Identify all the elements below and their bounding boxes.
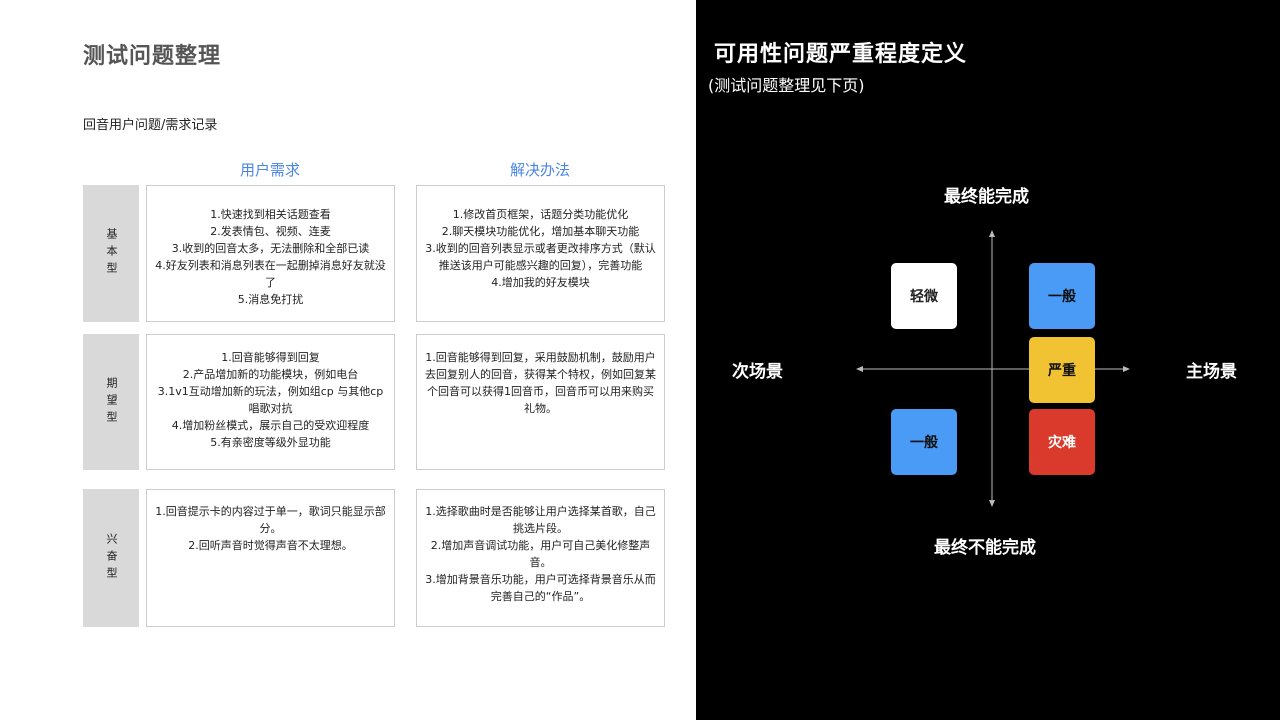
- needs-cell-basic: 1.快速找到相关话题查看 2.发表情包、视频、连麦 3.收到的回音太多，无法删除和全…: [146, 185, 395, 322]
- row-label-expected: 期望型: [83, 334, 139, 470]
- list-item: 3.1v1互动增加新的玩法，例如组cp 与其他cp唱歌对抗: [157, 385, 384, 415]
- row-label-basic: 基本型: [83, 185, 139, 322]
- column-header-needs: 用户需求: [239, 161, 300, 179]
- list-item: 1.快速找到相关话题查看: [210, 208, 331, 221]
- severity-box-general-bottom: 一般: [891, 409, 957, 475]
- list-item: 2.聊天模块功能优化，增加基本聊天功能: [441, 225, 640, 238]
- column-header-solutions: 解决办法: [509, 161, 570, 179]
- needs-list: 1.回音提示卡的内容过于单一，歌词只能显示部分。 2.回听声音时觉得声音不太理想。: [155, 503, 386, 626]
- list-item: 1.回音能够得到回复，采用鼓励机制，鼓励用户去回复别人的回音，获得某个特权，例如…: [425, 351, 656, 415]
- solutions-cell-basic: 1.修改首页框架，话题分类功能优化 2.聊天模块功能优化，增加基本聊天功能 3.收到…: [416, 185, 665, 322]
- solutions-list: 1.选择歌曲时是否能够让用户选择某首歌，自己挑选片段。 2.增加声音调试功能，用户…: [425, 503, 656, 626]
- list-item: 1.回音能够得到回复: [221, 351, 320, 364]
- list-item: 5.有亲密度等级外显功能: [210, 436, 331, 449]
- severity-box-severe: 严重: [1029, 337, 1095, 403]
- axis-label-bottom: 最终不能完成: [934, 538, 1036, 558]
- axis-label-left: 次场景: [732, 362, 783, 382]
- solutions-list: 1.回音能够得到回复，采用鼓励机制，鼓励用户去回复别人的回音，获得某个特权，例如…: [425, 349, 656, 469]
- arrow-left-icon: [856, 366, 863, 372]
- solutions-cell-expected: 1.回音能够得到回复，采用鼓励机制，鼓励用户去回复别人的回音，获得某个特权，例如…: [416, 334, 665, 470]
- needs-list: 1.快速找到相关话题查看 2.发表情包、视频、连麦 3.收到的回音太多，无法删除和全…: [155, 206, 386, 321]
- axis-label-right: 主场景: [1186, 362, 1237, 382]
- arrow-right-icon: [1123, 366, 1130, 372]
- list-item: 4.好友列表和消息列表在一起删掉消息好友就没了: [155, 259, 386, 289]
- list-item: 3.收到的回音太多，无法删除和全部已读: [171, 242, 370, 255]
- row-label-text: 兴奋型: [105, 532, 118, 584]
- list-item: 2.回听声音时觉得声音不太理想。: [188, 539, 353, 552]
- list-item: 1.修改首页框架，话题分类功能优化: [452, 208, 629, 221]
- list-item: 5.消息免打扰: [237, 293, 304, 306]
- list-item: 2.增加声音调试功能，用户可自己美化修整声音。: [430, 539, 651, 569]
- needs-cell-excitement: 1.回音提示卡的内容过于单一，歌词只能显示部分。 2.回听声音时觉得声音不太理想。: [146, 489, 395, 627]
- needs-cell-expected: 1.回音能够得到回复 2.产品增加新的功能模块，例如电台 3.1v1互动增加新的玩法…: [146, 334, 395, 470]
- list-item: 4.增加我的好友模块: [491, 276, 590, 289]
- row-label-text: 期望型: [105, 376, 118, 428]
- left-panel: 测试问题整理 回音用户问题/需求记录 用户需求 解决办法 基本型 1.快速找到相…: [0, 0, 696, 720]
- page-title: 测试问题整理: [83, 44, 222, 69]
- right-panel: 可用性问题严重程度定义 (测试问题整理见下页) 最终能完成 最终不能完成 次场景…: [696, 0, 1280, 720]
- arrow-up-icon: [989, 230, 995, 237]
- list-item: 4.增加粉丝模式，展示自己的受欢迎程度: [171, 419, 370, 432]
- row-label-text: 基本型: [105, 228, 118, 279]
- needs-list: 1.回音能够得到回复 2.产品增加新的功能模块，例如电台 3.1v1互动增加新的玩法…: [155, 349, 386, 469]
- list-item: 1.回音提示卡的内容过于单一，歌词只能显示部分。: [155, 505, 386, 535]
- list-item: 2.产品增加新的功能模块，例如电台: [182, 368, 359, 381]
- list-item: 3.增加背景音乐功能，用户可选择背景音乐从而完善自己的“作品”。: [425, 573, 656, 603]
- severity-box-light: 轻微: [891, 263, 957, 329]
- section-subtitle: 回音用户问题/需求记录: [83, 118, 218, 133]
- severity-box-general-top: 一般: [1029, 263, 1095, 329]
- list-item: 1.选择歌曲时是否能够让用户选择某首歌，自己挑选片段。: [425, 505, 656, 535]
- severity-box-disaster: 灾难: [1029, 409, 1095, 475]
- arrow-down-icon: [989, 500, 995, 507]
- list-item: 2.发表情包、视频、连麦: [210, 225, 331, 238]
- row-label-excitement: 兴奋型: [83, 489, 139, 627]
- list-item: 3.收到的回音列表显示或者更改排序方式（默认推送该用户可能感兴趣的回复），完善功…: [425, 242, 656, 272]
- solutions-list: 1.修改首页框架，话题分类功能优化 2.聊天模块功能优化，增加基本聊天功能 3.收到…: [425, 206, 656, 321]
- solutions-cell-excitement: 1.选择歌曲时是否能够让用户选择某首歌，自己挑选片段。 2.增加声音调试功能，用户…: [416, 489, 665, 627]
- axis-label-top: 最终能完成: [944, 187, 1029, 207]
